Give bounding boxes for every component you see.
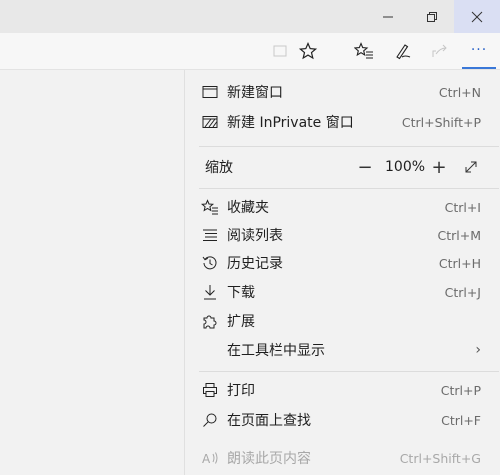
search-icon [201,411,219,429]
title-bar [0,0,500,33]
add-favorite-button[interactable] [292,33,324,69]
menu-item-label: 新建 InPrivate 窗口 [227,115,354,131]
menu-divider [199,371,499,372]
history-icon [201,254,219,272]
window-icon [201,83,219,101]
settings-menu: 新建窗口 Ctrl+N 新建 InPrivate 窗口 Ctrl+Shift+P… [184,70,500,475]
restore-icon [427,11,437,22]
download-icon [201,283,219,301]
shortcut-text: Ctrl+I [444,199,481,215]
share-icon [432,44,447,57]
reading-list-icon [201,226,219,244]
menu-item-history[interactable]: 历史记录 Ctrl+H [185,249,500,277]
minimize-icon [383,16,393,17]
shortcut-text: Ctrl+M [437,227,482,243]
menu-item-label: 历史记录 [227,256,283,272]
menu-item-label: 朗读此页内容 [227,451,311,467]
page-content [0,70,184,475]
share-button[interactable] [424,33,456,69]
fullscreen-button[interactable] [459,155,483,179]
menu-item-label: 新建窗口 [227,85,283,101]
restore-button[interactable] [414,0,450,33]
menu-item-label: 在工具栏中显示 [227,343,325,359]
menu-divider [199,146,499,147]
expand-icon [465,161,477,173]
menu-item-extensions[interactable]: 扩展 [185,307,500,335]
menu-item-show-in-toolbar[interactable]: 在工具栏中显示 › [185,336,500,364]
shortcut-text: Ctrl+Shift+P [401,114,481,130]
menu-item-read-aloud: A 朗读此页内容 Ctrl+Shift+G [185,444,500,472]
close-icon [471,11,483,22]
address-bar[interactable] [0,39,285,63]
zoom-in-button[interactable]: + [427,155,451,179]
shortcut-text: Ctrl+N [438,84,481,100]
shortcut-text: Ctrl+Shift+G [399,450,481,466]
read-aloud-icon: A [201,449,219,467]
web-note-button[interactable] [386,33,418,69]
menu-item-label: 下载 [227,285,255,301]
minimize-button[interactable] [370,0,406,33]
menu-item-new-window[interactable]: 新建窗口 Ctrl+N [185,78,500,106]
menu-item-new-inprivate-window[interactable]: 新建 InPrivate 窗口 Ctrl+Shift+P [185,108,500,136]
menu-item-print[interactable]: 打印 Ctrl+P [185,376,500,404]
chevron-right-icon: › [475,342,481,358]
shortcut-text: Ctrl+H [438,255,481,271]
menu-item-label: 在页面上查找 [227,413,311,429]
close-button[interactable] [454,0,500,33]
svg-text:A: A [202,452,211,466]
menu-item-find-on-page[interactable]: 在页面上查找 Ctrl+F [185,406,500,434]
shortcut-text: Ctrl+F [441,412,481,428]
private-window-icon [201,113,219,131]
menu-item-label: 打印 [227,383,255,399]
menu-item-label: 阅读列表 [227,228,283,244]
menu-item-label: 收藏夹 [227,200,269,216]
menu-item-downloads[interactable]: 下载 Ctrl+J [185,278,500,306]
favorites-hub-button[interactable] [348,33,380,69]
menu-item-zoom: 缩放 − 100% + [185,152,500,182]
zoom-out-button[interactable]: − [353,155,377,179]
menu-item-favorites[interactable]: 收藏夹 Ctrl+I [185,193,500,221]
favorites-list-icon [354,42,373,59]
more-icon: ··· [470,42,488,58]
puzzle-icon [201,312,219,330]
printer-icon [201,381,219,399]
settings-more-button[interactable]: ··· [462,33,496,69]
zoom-label: 缩放 [205,160,233,176]
favorites-icon [201,198,219,216]
menu-item-label: 扩展 [227,314,255,330]
star-icon [299,42,317,60]
menu-divider [199,188,499,189]
shortcut-text: Ctrl+J [444,284,481,300]
shortcut-text: Ctrl+P [440,382,481,398]
menu-item-reading-list[interactable]: 阅读列表 Ctrl+M [185,221,500,249]
pen-icon [396,44,411,60]
zoom-level: 100% [385,159,426,175]
